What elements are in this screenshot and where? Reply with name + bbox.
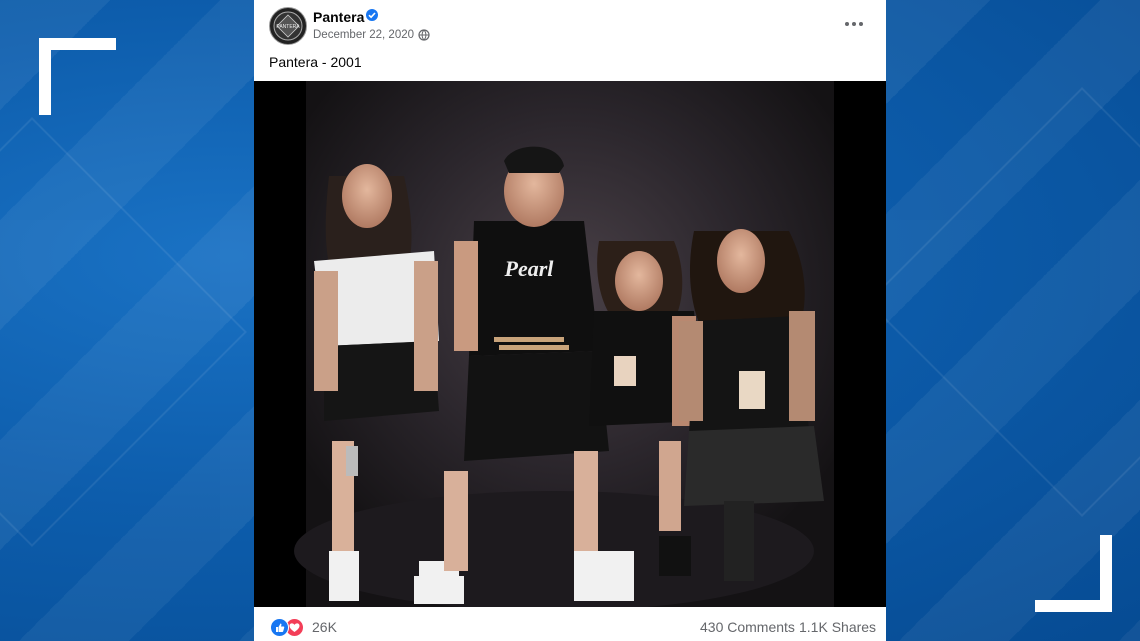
post-caption: Pantera - 2001 (269, 54, 362, 70)
page-avatar[interactable]: PANTERA (269, 7, 307, 45)
comments-count-link[interactable]: 430 Comments (700, 619, 795, 635)
corner-bracket-top-left (39, 38, 116, 115)
page-name-link[interactable]: Pantera (313, 9, 364, 25)
reaction-icons[interactable] (270, 618, 306, 637)
shares-count-link[interactable]: 1.1K Shares (799, 619, 876, 635)
verified-badge-icon (366, 9, 378, 21)
pantera-logo-icon: PANTERA (273, 11, 303, 41)
globe-icon (418, 29, 430, 41)
svg-text:Pearl: Pearl (504, 256, 555, 281)
svg-text:PANTERA: PANTERA (276, 24, 300, 30)
more-options-icon (845, 22, 849, 26)
facebook-post-card: PANTERA Pantera December 22, 2020 Panter… (254, 0, 886, 641)
post-photo[interactable]: Pearl (254, 81, 886, 607)
more-options-button[interactable] (839, 12, 869, 36)
corner-bracket-bottom-right (1035, 535, 1112, 612)
like-reaction-icon (270, 618, 289, 637)
reaction-count[interactable]: 26K (312, 619, 337, 635)
post-date[interactable]: December 22, 2020 (313, 29, 414, 41)
